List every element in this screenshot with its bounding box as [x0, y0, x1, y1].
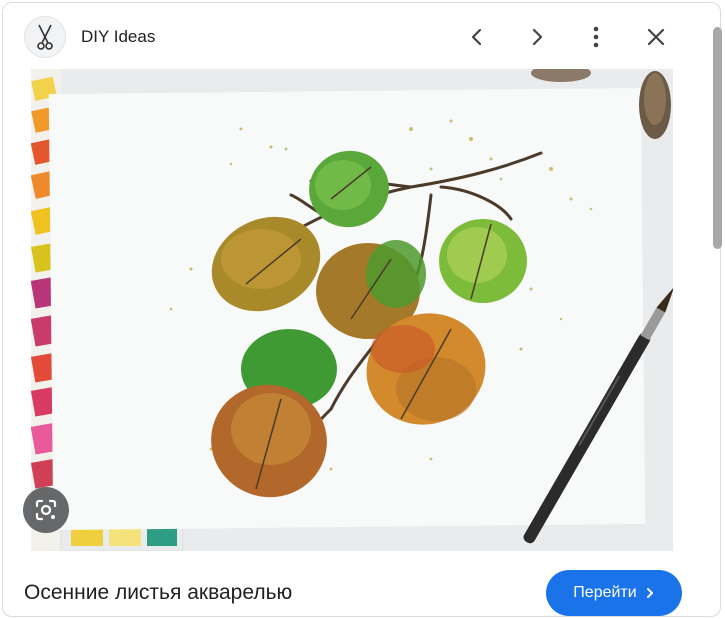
scrollbar-thumb[interactable] — [713, 27, 722, 249]
site-logo[interactable] — [24, 16, 66, 58]
chevron-right-icon — [646, 588, 653, 598]
previous-button[interactable] — [459, 19, 495, 55]
visit-button-label: Перейти — [573, 584, 637, 601]
preview-image[interactable] — [31, 69, 673, 551]
close-button[interactable] — [638, 19, 674, 55]
site-name[interactable]: DIY Ideas — [81, 27, 155, 47]
visit-button[interactable]: Перейти — [546, 570, 682, 616]
image-preview-panel: DIY Ideas Осенние листья акварелью Перей… — [2, 2, 721, 617]
more-options-button[interactable] — [578, 19, 614, 55]
more-vert-icon — [593, 26, 599, 48]
scissors-icon — [37, 24, 53, 50]
close-icon — [647, 28, 665, 46]
preview-header: DIY Ideas — [3, 3, 720, 69]
google-lens-button[interactable] — [23, 487, 69, 533]
chevron-right-icon — [532, 28, 543, 46]
next-button[interactable] — [519, 19, 555, 55]
google-lens-icon — [35, 499, 57, 521]
preview-image-area[interactable] — [3, 69, 720, 551]
watercolor-leaves-image — [31, 69, 673, 551]
image-title[interactable]: Осенние листья акварелью — [24, 581, 292, 605]
chevron-left-icon — [471, 28, 482, 46]
